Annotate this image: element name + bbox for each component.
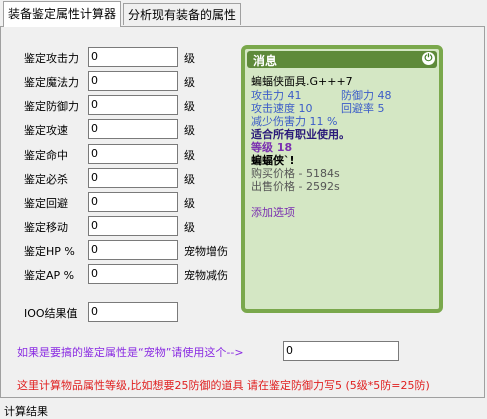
suffix-evade: 级 (184, 197, 195, 210)
label-result: IOO结果值 (24, 307, 78, 320)
input-evade[interactable]: 0 (88, 192, 178, 212)
suffix-move: 级 (184, 221, 195, 234)
input-hp[interactable]: 0 (88, 240, 178, 260)
label-attack: 鉴定攻击力 (24, 52, 79, 65)
label-attack-speed: 鉴定攻速 (24, 124, 68, 137)
add-option: 添加选项 (251, 206, 295, 219)
tooltip-header: 消息 ⏻ (247, 51, 437, 68)
input-ap[interactable]: 0 (88, 264, 178, 284)
help-note: 这里计算物品属性等级,比如想要25防御的道具 请在鉴定防御力写5 (5级*5防=… (17, 379, 430, 392)
input-attack[interactable]: 0 (88, 47, 178, 67)
pet-question-label: 如果是要搞的鉴定属性是“宠物”请使用这个--> (17, 346, 244, 359)
label-ap: 鉴定AP % (24, 269, 75, 282)
input-critical[interactable]: 0 (88, 168, 178, 188)
label-defense: 鉴定防御力 (24, 100, 79, 113)
label-critical: 鉴定必杀 (24, 173, 68, 186)
tab-equipment-calculator[interactable]: 装备鉴定属性计算器 (3, 1, 122, 27)
item-tooltip: 消息 ⏻ 蝙蝠侠面具.G+++7 攻击力 41 防御力 48 攻击速度 10 回… (241, 45, 443, 313)
label-magic: 鉴定魔法力 (24, 76, 79, 89)
input-defense[interactable]: 0 (88, 95, 178, 115)
suffix-pet-damage-down: 宠物减伤 (184, 269, 228, 282)
suffix-defense: 级 (184, 100, 195, 113)
input-hit[interactable]: 0 (88, 144, 178, 164)
sell-price: 出售价格 - 2592s (251, 180, 340, 193)
tab-bar: 装备鉴定属性计算器 分析现有装备的属性 (0, 0, 487, 28)
suffix-attack: 级 (184, 52, 195, 65)
label-move: 鉴定移动 (24, 221, 68, 234)
stat-evade: 回避率 5 (341, 102, 385, 115)
suffix-hit: 级 (184, 149, 195, 162)
tab-analyze-equipment[interactable]: 分析现有装备的属性 (123, 3, 242, 25)
status-text: 计算结果 (4, 405, 48, 418)
suffix-attack-speed: 级 (184, 124, 195, 137)
suffix-magic: 级 (184, 76, 195, 89)
label-hit: 鉴定命中 (24, 149, 68, 162)
pet-question-input[interactable]: 0 (283, 341, 399, 361)
input-attack-speed[interactable]: 0 (88, 119, 178, 139)
suffix-pet-damage-up: 宠物增伤 (184, 245, 228, 258)
suffix-critical: 级 (184, 173, 195, 186)
input-magic[interactable]: 0 (88, 71, 178, 91)
input-move[interactable]: 0 (88, 216, 178, 236)
label-evade: 鉴定回避 (24, 197, 68, 210)
input-result[interactable]: 0 (88, 302, 178, 322)
tooltip-title: 消息 (253, 54, 278, 68)
label-hp: 鉴定HP % (24, 245, 75, 258)
power-icon[interactable]: ⏻ (422, 52, 435, 65)
